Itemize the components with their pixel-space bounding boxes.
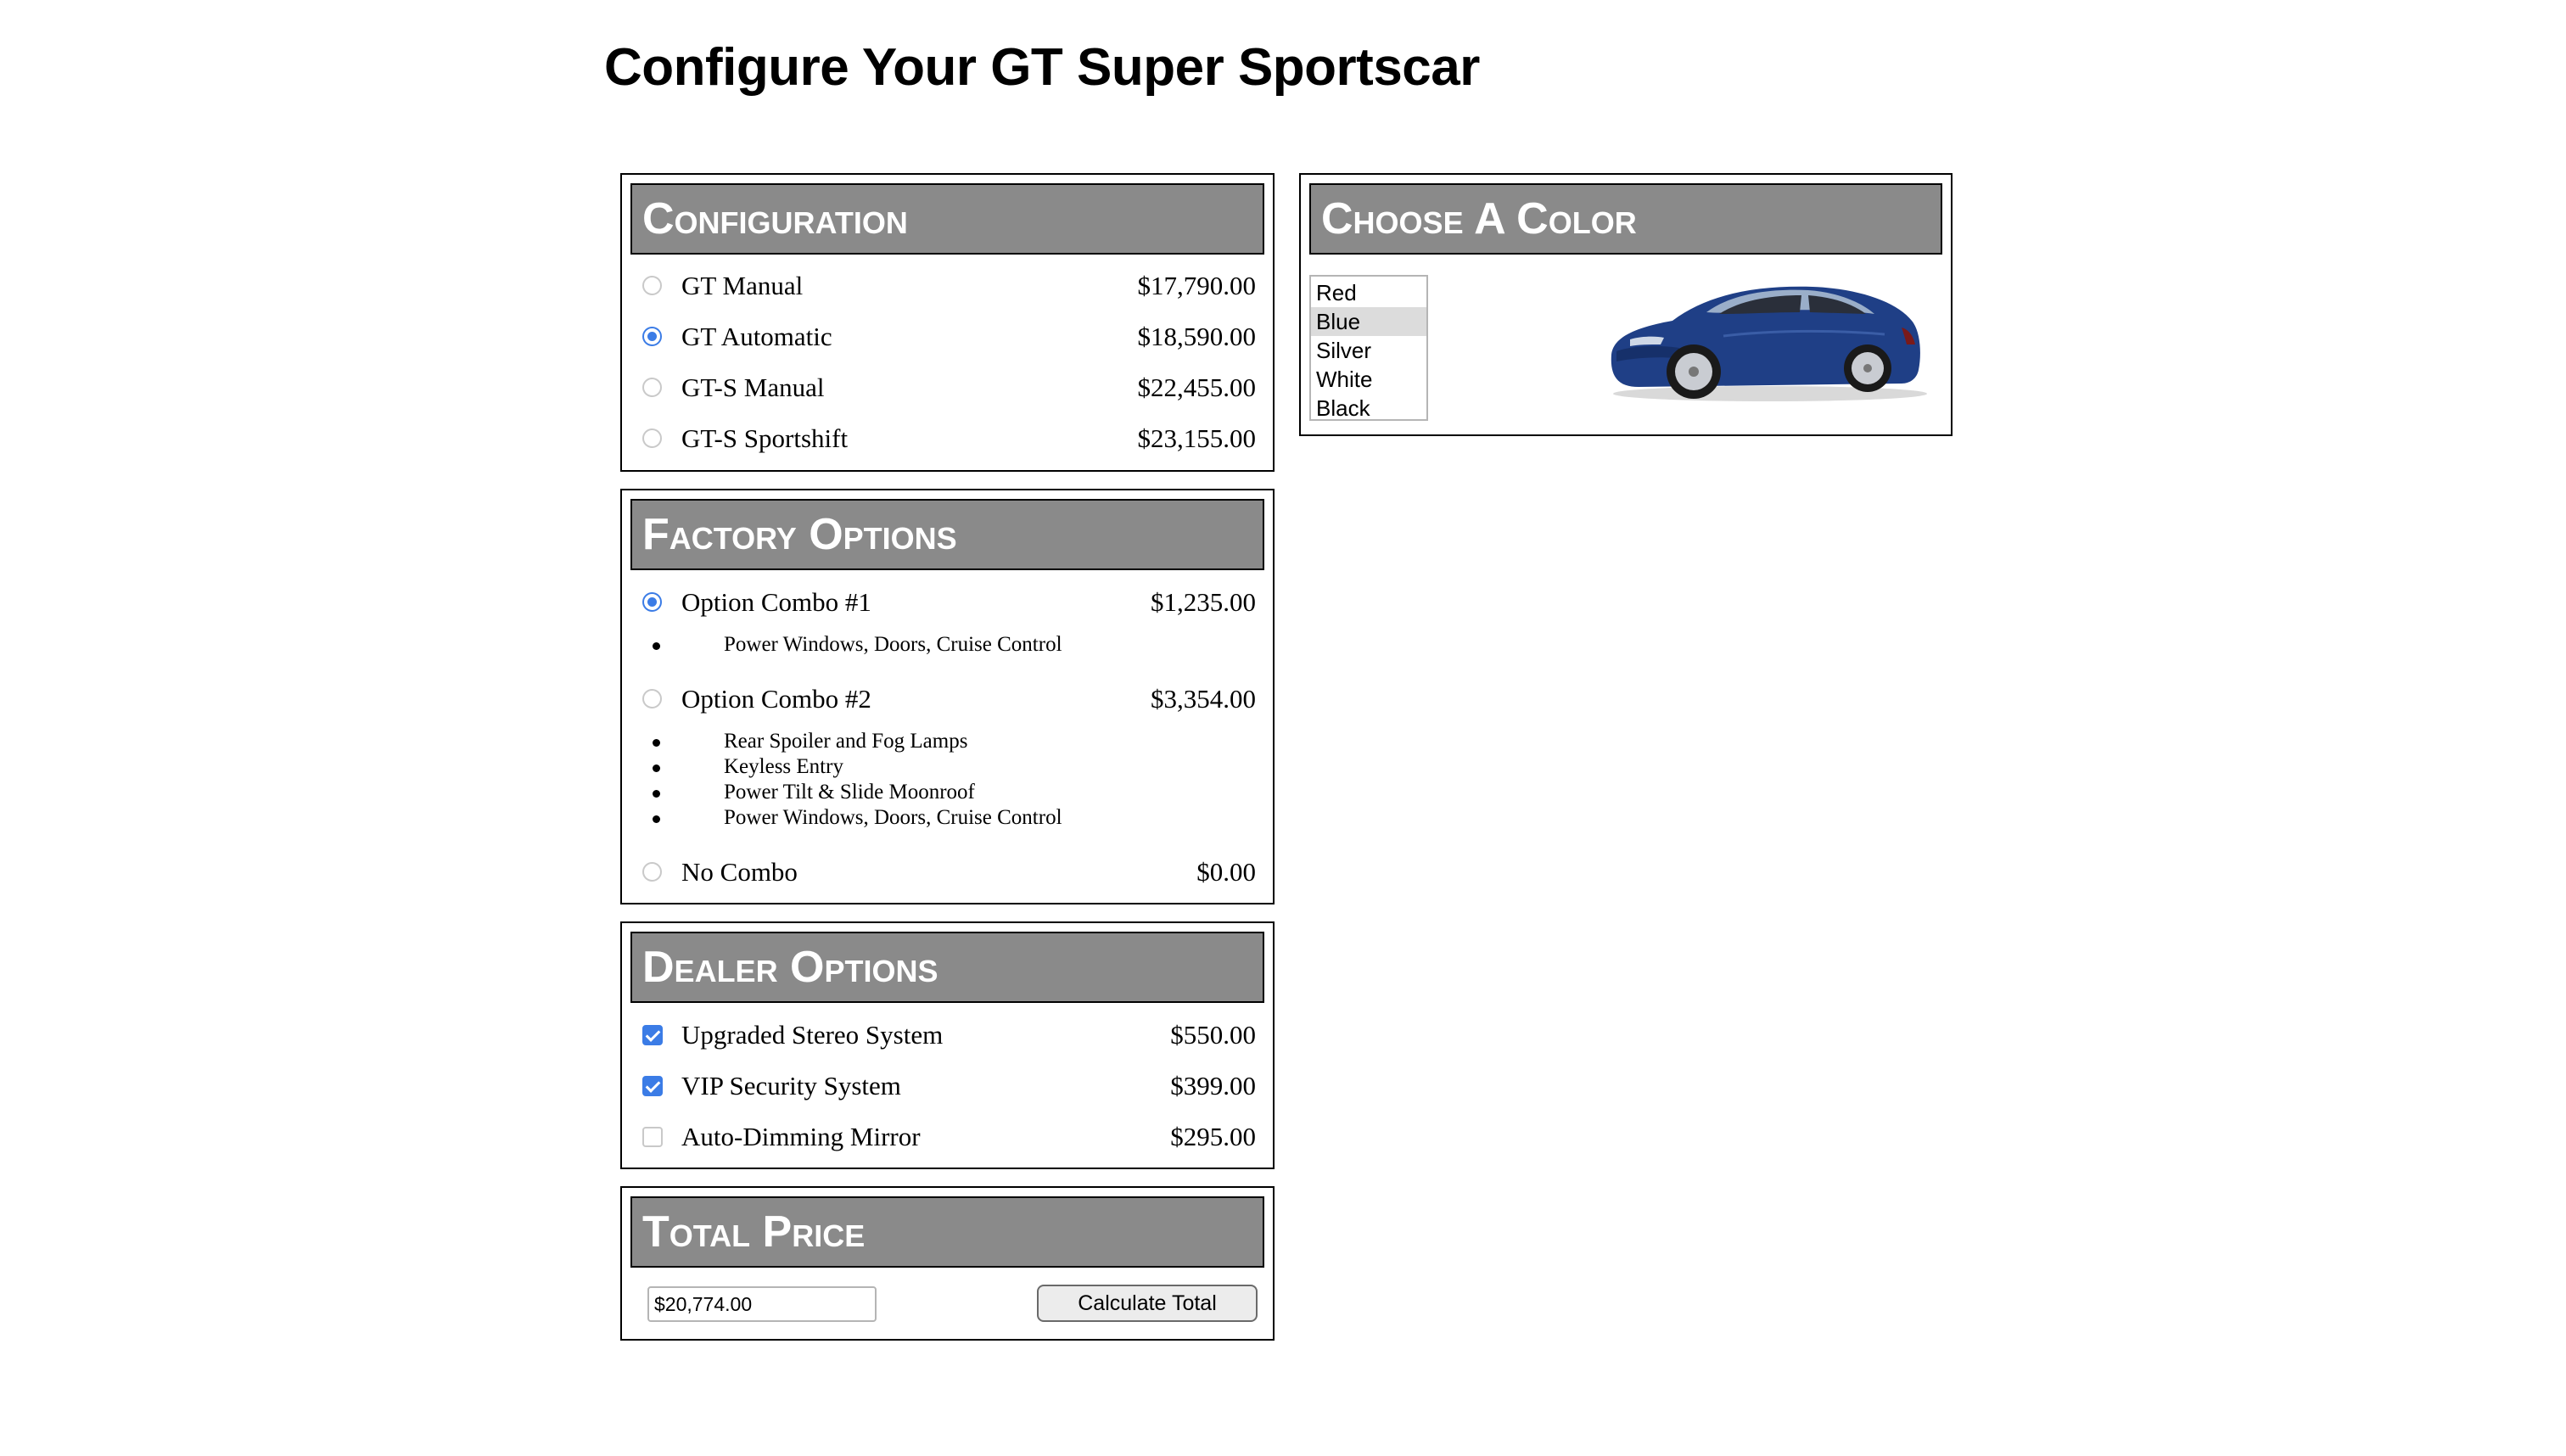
feature-text: Keyless Entry	[724, 755, 843, 778]
combo-label: Option Combo #1	[681, 587, 871, 617]
config-option-label: GT-S Sportshift	[681, 423, 849, 453]
feature-text: Power Tilt & Slide Moonroof	[724, 781, 975, 804]
dealer-options-panel: Dealer Options Upgraded Stereo System $5…	[620, 921, 1275, 1169]
dealer-checkbox[interactable]	[642, 1076, 663, 1096]
calculate-total-button[interactable]: Calculate Total	[1037, 1285, 1258, 1322]
color-listbox[interactable]: Red Blue Silver White Black	[1309, 275, 1428, 421]
config-option-gts-sportshift[interactable]: GT-S Sportshift $23,155.00	[642, 415, 1256, 462]
option-no-combo[interactable]: No Combo $0.00	[642, 848, 1256, 896]
color-option-red[interactable]: Red	[1311, 278, 1426, 307]
feature-item: Power Windows, Doors, Cruise Control	[642, 805, 1256, 831]
config-radio[interactable]	[642, 327, 662, 346]
dealer-checkbox[interactable]	[642, 1025, 663, 1045]
color-option-blue[interactable]: Blue	[1311, 307, 1426, 336]
dealer-checkbox[interactable]	[642, 1127, 663, 1147]
option-combo-2[interactable]: Option Combo #2 $3,354.00	[642, 675, 1256, 723]
combo-radio[interactable]	[642, 592, 662, 612]
factory-options-panel: Factory Options Option Combo #1 $1,235.0…	[620, 489, 1275, 904]
combo-radio[interactable]	[642, 862, 662, 882]
color-heading: Choose A Color	[1309, 183, 1942, 255]
color-option-black[interactable]: Black	[1311, 394, 1426, 419]
dealer-option-price: $399.00	[1170, 1071, 1256, 1100]
dealer-option-label: VIP Security System	[681, 1071, 901, 1100]
total-price-field[interactable]: $20,774.00	[647, 1286, 877, 1322]
config-option-gt-manual[interactable]: GT Manual $17,790.00	[642, 262, 1256, 310]
bullet	[653, 642, 660, 650]
config-radio[interactable]	[642, 428, 662, 448]
configuration-panel: Configuration GT Manual $17,790.00 GT Au…	[620, 173, 1275, 472]
feature-item: Rear Spoiler and Fog Lamps	[642, 729, 1256, 754]
dealer-options-heading: Dealer Options	[630, 932, 1264, 1003]
dealer-option-price: $550.00	[1170, 1020, 1256, 1050]
config-option-price: $22,455.00	[1137, 372, 1257, 402]
config-option-label: GT Manual	[681, 271, 804, 300]
feature-item: Keyless Entry	[642, 754, 1256, 780]
car-image	[1611, 286, 1927, 401]
total-price-heading: Total Price	[630, 1196, 1264, 1268]
dealer-option-label: Auto-Dimming Mirror	[681, 1122, 921, 1151]
config-option-price: $17,790.00	[1137, 271, 1257, 300]
combo-label: No Combo	[681, 857, 798, 887]
config-option-gts-manual[interactable]: GT-S Manual $22,455.00	[642, 364, 1256, 412]
feature-text: Power Windows, Doors, Cruise Control	[724, 633, 1062, 656]
config-radio[interactable]	[642, 378, 662, 397]
combo-radio[interactable]	[642, 689, 662, 708]
config-option-gt-automatic[interactable]: GT Automatic $18,590.00	[642, 313, 1256, 361]
dealer-option-security[interactable]: VIP Security System $399.00	[642, 1062, 1256, 1110]
dealer-option-label: Upgraded Stereo System	[681, 1020, 944, 1050]
feature-text: Rear Spoiler and Fog Lamps	[724, 730, 968, 753]
color-option-white[interactable]: White	[1311, 365, 1426, 394]
feature-item: Power Windows, Doors, Cruise Control	[642, 632, 1256, 658]
total-price-panel: Total Price $20,774.00 Calculate Total	[620, 1186, 1275, 1341]
config-option-label: GT-S Manual	[681, 372, 825, 402]
config-option-price: $23,155.00	[1137, 423, 1257, 453]
combo-2-features: Rear Spoiler and Fog Lamps Keyless Entry…	[642, 729, 1256, 831]
config-radio[interactable]	[642, 276, 662, 295]
option-combo-1[interactable]: Option Combo #1 $1,235.00	[642, 579, 1256, 626]
combo-price: $1,235.00	[1151, 587, 1256, 617]
config-option-price: $18,590.00	[1137, 322, 1257, 351]
factory-options-heading: Factory Options	[630, 499, 1264, 570]
feature-text: Power Windows, Doors, Cruise Control	[724, 806, 1062, 829]
bullet	[653, 764, 660, 772]
combo-1-features: Power Windows, Doors, Cruise Control	[642, 632, 1256, 658]
configuration-heading: Configuration	[630, 183, 1264, 255]
bullet	[653, 790, 660, 798]
combo-price: $3,354.00	[1151, 684, 1256, 714]
color-option-silver[interactable]: Silver	[1311, 336, 1426, 365]
color-panel: Choose A Color Red Blue Silver White Bla…	[1299, 173, 1953, 436]
dealer-option-stereo[interactable]: Upgraded Stereo System $550.00	[642, 1011, 1256, 1059]
bullet	[653, 739, 660, 747]
dealer-option-price: $295.00	[1170, 1122, 1256, 1151]
config-option-label: GT Automatic	[681, 322, 832, 351]
bullet	[653, 815, 660, 823]
dealer-option-mirror[interactable]: Auto-Dimming Mirror $295.00	[642, 1113, 1256, 1161]
combo-price: $0.00	[1196, 857, 1256, 887]
page-title: Configure Your GT Super Sportscar	[604, 38, 1480, 97]
feature-item: Power Tilt & Slide Moonroof	[642, 780, 1256, 805]
combo-label: Option Combo #2	[681, 684, 871, 714]
